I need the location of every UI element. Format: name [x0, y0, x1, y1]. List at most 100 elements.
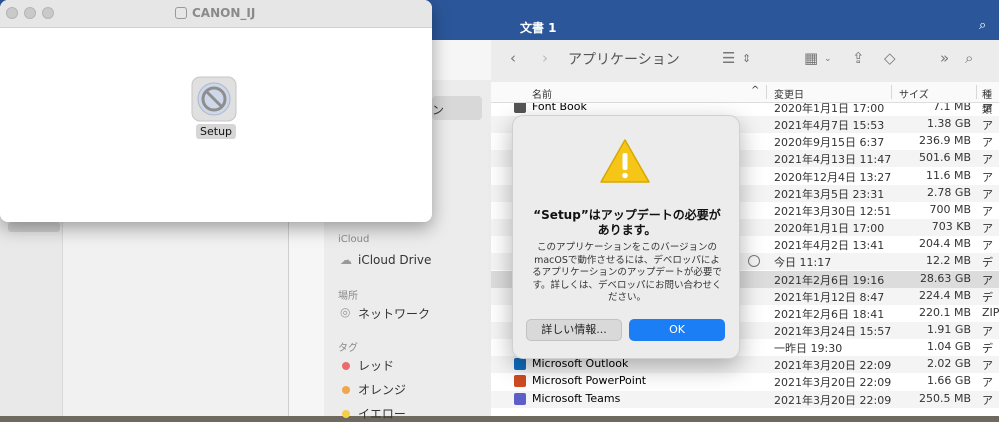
- cell-size: 700 MB: [929, 202, 971, 216]
- cell-date: 2021年3月20日 22:09: [774, 393, 892, 407]
- column-divider: [766, 85, 767, 99]
- group-chevron-icon[interactable]: ⌄: [824, 54, 832, 64]
- cell-kind: ア: [982, 239, 993, 253]
- cell-kind: ア: [982, 136, 993, 150]
- cell-size: 204.4 MB: [918, 237, 971, 251]
- finder-title: アプリケーション: [568, 52, 680, 68]
- column-kind[interactable]: 種類: [982, 86, 999, 116]
- sidebar-section-icloud: iCloud: [338, 234, 370, 245]
- list-header: 名前 ^ 変更日 サイズ 種類: [491, 82, 999, 116]
- alert-message: このアプリケーションをこのバージョンのmacOSで動作させるには、デベロッパによ…: [532, 242, 722, 303]
- cell-date: 2021年4月7日 15:53: [774, 119, 885, 133]
- cell-kind: ア: [982, 393, 993, 407]
- cell-size: 12.2 MB: [925, 254, 971, 268]
- cell-kind: ア: [982, 273, 993, 287]
- cell-size: 11.6 MB: [925, 168, 971, 182]
- cell-date: 2021年3月20日 22:09: [774, 359, 892, 373]
- close-button[interactable]: [6, 7, 18, 19]
- cell-date: 2020年1月1日 17:00: [774, 222, 885, 236]
- cell-size: 1.66 GB: [926, 374, 971, 388]
- cell-size: 250.5 MB: [918, 391, 971, 405]
- list-view-icon[interactable]: ☰: [722, 49, 735, 67]
- cell-name: Microsoft Outlook: [532, 357, 629, 371]
- group-icon[interactable]: ▦: [804, 49, 818, 67]
- tag-orange-icon: [342, 386, 350, 394]
- cell-size: 220.1 MB: [918, 305, 971, 319]
- forward-arrow-icon[interactable]: ›: [542, 49, 548, 67]
- cell-date: 2021年4月2日 13:41: [774, 239, 885, 253]
- cell-date: 2021年1月12日 8:47: [774, 290, 885, 304]
- tag-icon[interactable]: ◇: [884, 49, 896, 67]
- sidebar-tag-orange[interactable]: オレンジ: [358, 381, 406, 398]
- cell-size: 2.78 GB: [926, 185, 971, 199]
- cell-kind: ZIP: [982, 305, 999, 319]
- cell-date: 2020年12月4日 13:27: [774, 170, 892, 184]
- column-divider: [891, 85, 892, 99]
- cell-size: 501.6 MB: [918, 151, 971, 165]
- canon-ij-window: CANON_IJ Setup: [0, 0, 432, 222]
- warning-icon: [600, 139, 650, 183]
- back-arrow-icon[interactable]: ‹: [510, 49, 516, 67]
- cell-kind: デ: [982, 256, 993, 270]
- cell-date: 2020年9月15日 6:37: [774, 136, 885, 150]
- cell-size: 1.38 GB: [926, 117, 971, 131]
- sidebar-tag-yellow[interactable]: イエロー: [358, 405, 406, 422]
- cell-kind: ア: [982, 376, 993, 390]
- finder-search-icon[interactable]: ⌕: [965, 49, 973, 67]
- ok-button[interactable]: OK: [629, 319, 725, 341]
- sidebar-item-network[interactable]: ネットワーク: [358, 305, 430, 322]
- more-icon[interactable]: »: [940, 49, 949, 67]
- disk-icon: [175, 7, 187, 19]
- cell-size: 2.02 GB: [926, 357, 971, 371]
- cell-kind: ア: [982, 324, 993, 338]
- cell-kind: ア: [982, 153, 993, 167]
- table-row[interactable]: Microsoft PowerPoint 2021年3月20日 22:09 1.66…: [491, 373, 999, 390]
- window-title: CANON_IJ: [192, 6, 256, 20]
- cell-date: 2021年4月13日 11:47: [774, 153, 892, 167]
- word-window-title: 文書 1: [520, 21, 557, 35]
- cell-date: 2021年2月6日 19:16: [774, 273, 885, 287]
- cell-size: 1.91 GB: [926, 322, 971, 336]
- cell-size: 236.9 MB: [918, 134, 971, 148]
- cell-size: 1.04 GB: [926, 340, 971, 354]
- column-divider: [976, 85, 977, 99]
- cell-size: 703 KB: [931, 220, 971, 234]
- alert-title: “Setup”はアップデートの必要があります。: [533, 208, 721, 237]
- sidebar-section-tags: タグ: [338, 343, 358, 354]
- share-icon[interactable]: ⇪: [852, 49, 865, 67]
- cell-date: 今日 11:17: [774, 256, 832, 270]
- search-icon[interactable]: ⌕: [979, 18, 993, 33]
- column-modified[interactable]: 変更日: [774, 86, 804, 101]
- setup-file-label[interactable]: Setup: [196, 124, 237, 139]
- minimize-button[interactable]: [24, 7, 36, 19]
- sidebar-section-locations: 場所: [338, 291, 358, 302]
- app-icon: [514, 358, 526, 371]
- view-chevron-icon[interactable]: ⇕: [742, 52, 751, 65]
- more-info-button[interactable]: 詳しい情報...: [526, 319, 622, 341]
- background-selection: [8, 222, 60, 232]
- cell-date: 2021年3月20日 22:09: [774, 376, 892, 390]
- app-icon: [514, 375, 526, 388]
- sidebar-tag-red[interactable]: レッド: [358, 357, 394, 374]
- sort-chevron-icon[interactable]: ^: [751, 85, 759, 96]
- cell-date: 2021年2月6日 18:41: [774, 307, 885, 321]
- sidebar-item-icloud-drive[interactable]: iCloud Drive: [358, 253, 431, 267]
- column-name[interactable]: 名前: [532, 86, 552, 101]
- cell-kind: ア: [982, 359, 993, 373]
- cell-date: 一昨日 19:30: [774, 342, 843, 356]
- cloud-icon: ☁: [340, 253, 352, 267]
- cell-kind: ア: [982, 222, 993, 236]
- cell-size: 28.63 GB: [919, 271, 971, 285]
- sidebar-item-applications[interactable]: ン: [432, 101, 444, 118]
- zoom-button[interactable]: [42, 7, 54, 19]
- setup-app-icon[interactable]: [190, 75, 238, 123]
- column-size[interactable]: サイズ: [899, 86, 929, 101]
- cell-kind: ア: [982, 187, 993, 201]
- tag-red-icon: [342, 362, 350, 370]
- table-row[interactable]: Microsoft Teams 2021年3月20日 22:09 250.5 MB ア: [491, 390, 999, 408]
- clock-icon: [748, 255, 760, 267]
- cell-date: 2021年3月5日 23:31: [774, 187, 885, 201]
- app-icon: [514, 392, 526, 405]
- cell-kind: ア: [982, 204, 993, 218]
- cell-name: Microsoft Teams: [532, 391, 621, 405]
